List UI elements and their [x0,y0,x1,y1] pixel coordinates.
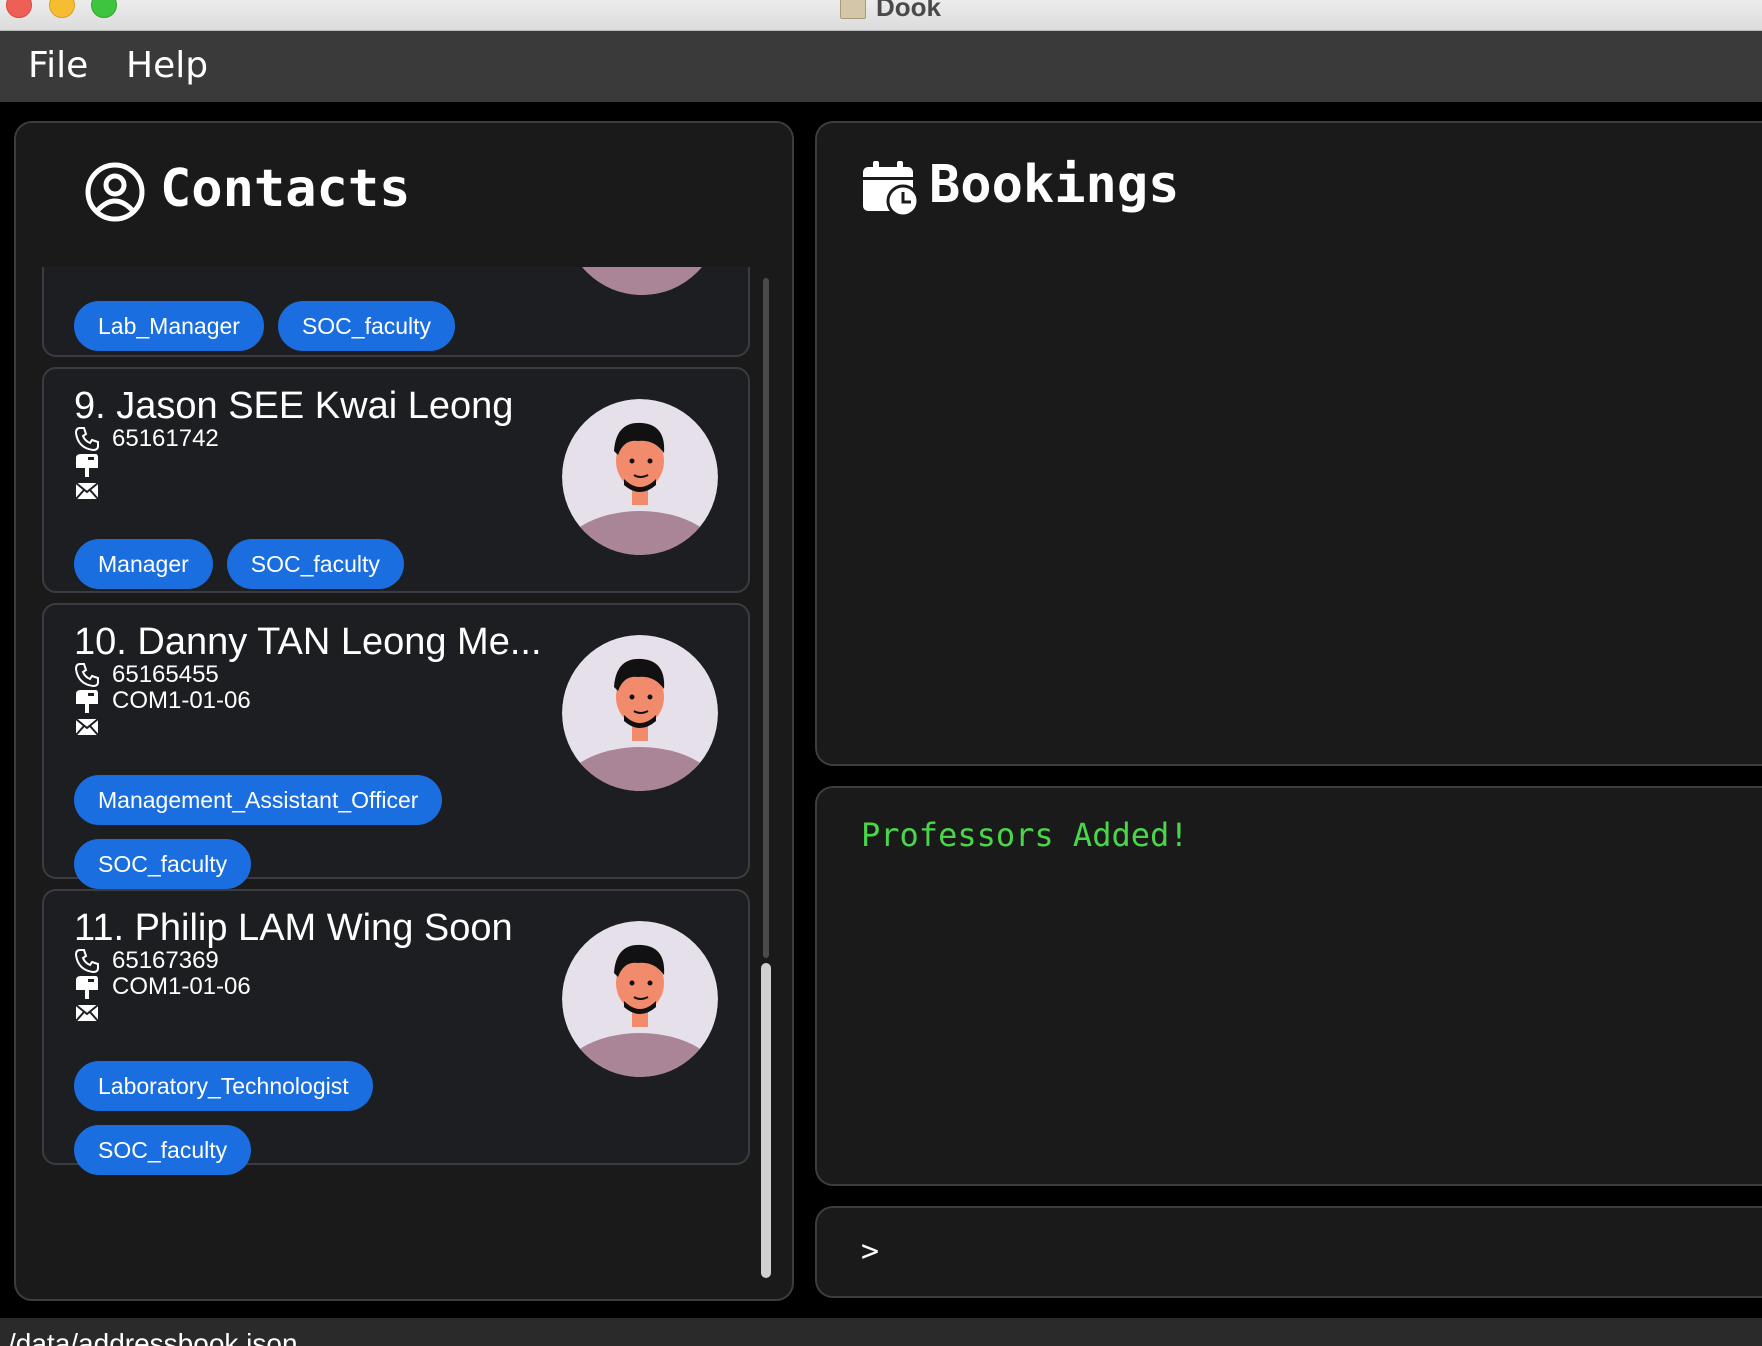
result-display: Professors Added! [815,786,1762,1186]
save-location: /data/addressbook.json [8,1328,298,1346]
bookings-panel: Bookings [815,121,1762,766]
contact-card[interactable]: 11. Philip LAM Wing Soon 65167369 COM1-0… [42,889,750,1175]
mailbox-icon [76,454,98,477]
tag: Management_Assistant_Officer [74,775,443,825]
user-circle-icon [85,162,145,222]
contact-phone: 65165455 [112,661,219,688]
status-bar: /data/addressbook.json [0,1318,1762,1346]
app-icon [840,0,866,19]
close-window-button[interactable] [6,0,32,18]
maximize-window-button[interactable] [91,0,117,18]
window-titlebar: Dook [0,0,1762,31]
calendar-clock-icon [863,161,919,217]
tag: SOC_faculty [74,839,252,889]
contact-tags: Manager SOC_faculty [74,539,514,589]
menu-bar: File Help [0,31,1762,102]
contact-phone: 65161742 [112,425,219,452]
contact-email-row [74,477,112,505]
contact-address-row: COM1-01-06 [74,973,251,1001]
avatar [562,635,718,791]
scrollbar-thumb[interactable] [761,963,771,1278]
envelope-icon [75,718,99,736]
contact-name: 9. Jason SEE Kwai Leong [74,385,514,427]
avatar [564,267,720,295]
window-title-text: Dook [876,0,941,22]
tag: SOC_faculty [226,539,404,589]
tag: Manager [74,539,213,589]
contact-tags: Management_Assistant_Officer SOC_faculty [74,775,514,889]
command-input[interactable] [897,1226,1757,1278]
contact-tags: Laboratory_Technologist SOC_faculty [74,1061,514,1175]
menu-file[interactable]: File [28,45,88,86]
contacts-header: Contacts [16,123,792,267]
mailbox-icon [76,690,98,713]
result-message: Professors Added! [861,816,1189,854]
contact-card-partial[interactable]: Lab_Manager SOC_faculty [42,267,750,357]
contact-address-row: COM1-01-06 [74,687,251,715]
phone-icon [74,949,99,974]
contact-address-row [74,451,112,479]
contact-email-row [74,713,112,741]
contact-phone: 65167369 [112,947,219,974]
contacts-list[interactable]: Lab_Manager SOC_faculty 9. Jason SEE Kwa… [42,267,766,1289]
phone-icon [74,663,99,688]
envelope-icon [75,1004,99,1022]
tag: SOC_faculty [74,1125,252,1175]
avatar [562,921,718,1077]
window-title: Dook [840,0,941,23]
bookings-title: Bookings [929,155,1180,215]
phone-icon [74,427,99,452]
contact-email-row [74,999,112,1027]
command-prompt: > [861,1234,880,1269]
tag: Laboratory_Technologist [74,1061,373,1111]
contact-card[interactable]: 10. Danny TAN Leong Me... 65165455 COM1-… [42,603,750,889]
contact-name: 10. Danny TAN Leong Me... [74,621,542,663]
contact-card[interactable]: 9. Jason SEE Kwai Leong 65161742 Manager… [42,367,750,593]
contacts-scrollbar[interactable] [761,278,771,1283]
contacts-title: Contacts [160,159,411,219]
contact-phone-row: 65167369 [74,947,219,975]
envelope-icon [75,482,99,500]
scrollbar-track[interactable] [763,278,769,958]
avatar [562,399,718,555]
command-box[interactable]: > [815,1206,1762,1298]
contact-tags: Lab_Manager SOC_faculty [74,301,514,351]
contact-phone-row: 65165455 [74,661,219,689]
contact-name: 11. Philip LAM Wing Soon [74,907,513,949]
contact-address: COM1-01-06 [112,973,251,1000]
contact-address: COM1-01-06 [112,687,251,714]
contact-phone-row: 65161742 [74,425,219,453]
mailbox-icon [76,976,98,999]
menu-help[interactable]: Help [126,45,208,86]
contacts-panel: Contacts Lab_Manager SOC_faculty 9. Jaso… [14,121,794,1301]
tag: Lab_Manager [74,301,264,351]
minimize-window-button[interactable] [49,0,75,18]
tag: SOC_faculty [277,301,456,351]
